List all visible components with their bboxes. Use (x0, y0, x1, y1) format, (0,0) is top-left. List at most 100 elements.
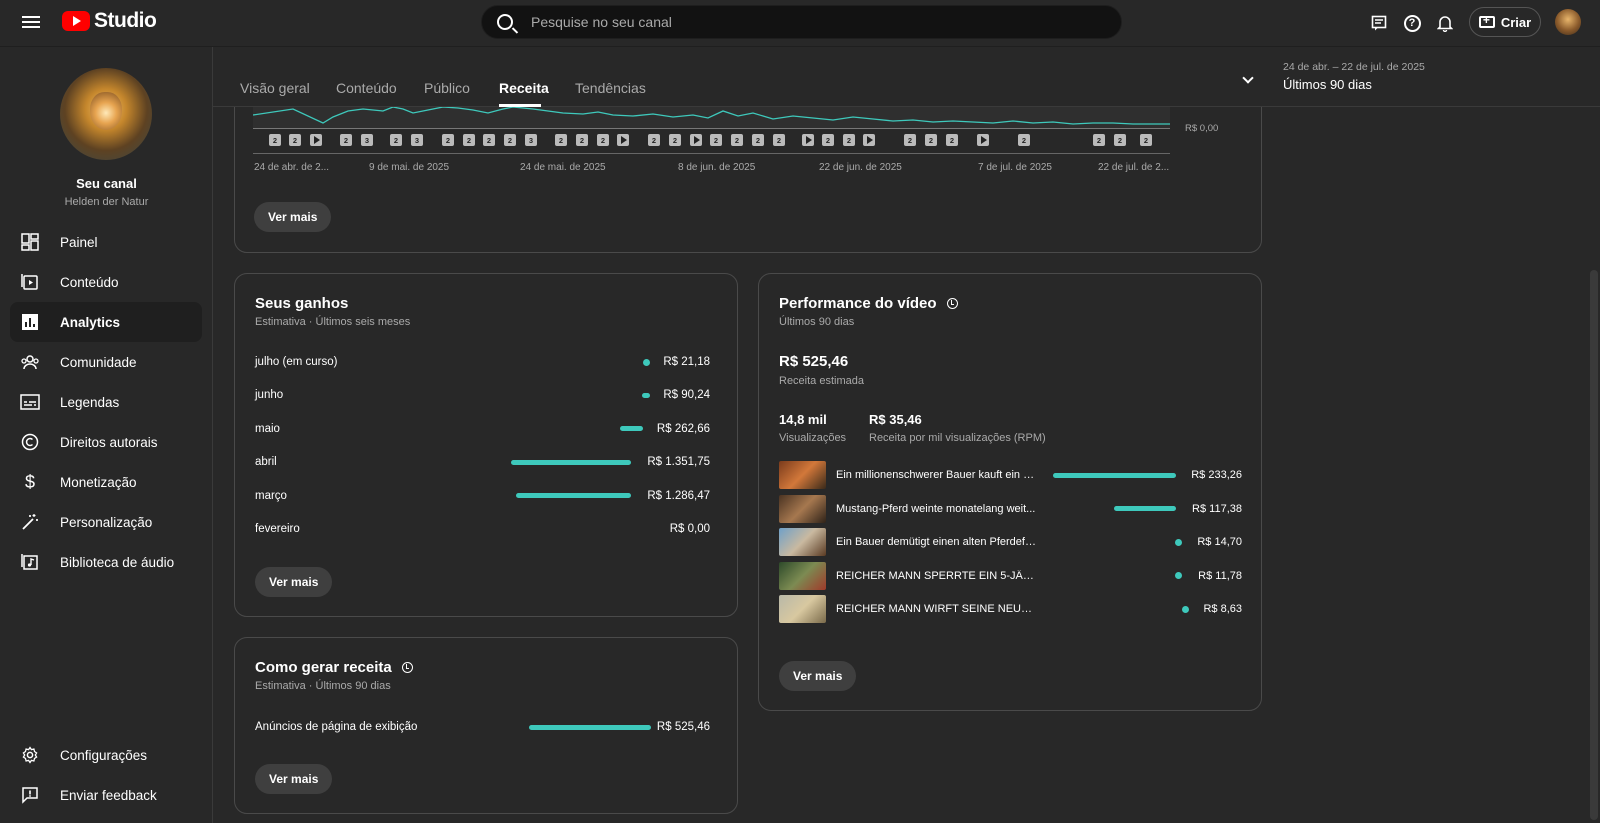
sidebar-item-configuracoes[interactable]: Configurações (10, 735, 202, 775)
video-revenue-value: R$ 11,78 (1198, 569, 1242, 582)
comment-icon[interactable] (1368, 12, 1390, 34)
community-icon (20, 352, 40, 372)
tab-tendencias[interactable]: Tendências (575, 80, 646, 96)
video-upload-count-marker[interactable]: 2 (504, 134, 516, 146)
sidebar-item-personalizacao[interactable]: Personalização (10, 502, 202, 542)
video-upload-count-marker[interactable]: 2 (752, 134, 764, 146)
search-box[interactable] (481, 5, 1122, 39)
date-range-selector[interactable]: 24 de abr. – 22 de jul. de 2025 Últimos … (1283, 61, 1425, 92)
video-title[interactable]: Ein Bauer demütigt einen alten Pferdefl.… (836, 536, 1036, 548)
account-avatar[interactable] (1555, 9, 1581, 35)
studio-logo[interactable]: Studio (62, 9, 157, 33)
sidebar-item-biblioteca-de-audio[interactable]: Biblioteca de áudio (10, 542, 202, 582)
video-row[interactable]: REICHER MANN SPERRTE EIN 5-JÄHRI... R$ 11… (779, 561, 1242, 591)
sidebar-item-painel[interactable]: Painel (10, 222, 202, 262)
subtitles-icon (20, 392, 40, 412)
video-upload-count-marker[interactable]: 2 (483, 134, 495, 146)
video-upload-count-marker[interactable]: 2 (822, 134, 834, 146)
list-item: junho R$ 90,24 (255, 385, 710, 405)
video-upload-count-marker[interactable]: 2 (442, 134, 454, 146)
help-icon[interactable]: ? (1401, 12, 1423, 34)
page-scrollbar[interactable] (1590, 270, 1598, 820)
sidebar-item-analytics[interactable]: Analytics (10, 302, 202, 342)
video-revenue-bar (1053, 472, 1177, 478)
search-input[interactable] (531, 14, 1121, 30)
video-marker-play-icon[interactable] (802, 134, 814, 146)
tab-conteudo[interactable]: Conteúdo (336, 80, 397, 96)
video-upload-count-marker[interactable]: 2 (710, 134, 722, 146)
search-icon[interactable] (497, 14, 513, 30)
video-upload-count-marker[interactable]: 2 (904, 134, 916, 146)
video-marker-play-icon[interactable] (617, 134, 629, 146)
channel-avatar[interactable] (60, 68, 152, 160)
earnings-month-label: abril (255, 456, 277, 469)
list-item: julho (em curso) R$ 21,18 (255, 352, 710, 372)
video-upload-count-marker[interactable]: 2 (463, 134, 475, 146)
video-row[interactable]: Mustang-Pferd weinte monatelang weit... R… (779, 494, 1242, 524)
create-button[interactable]: Criar (1469, 7, 1541, 37)
chart-see-more-button[interactable]: Ver mais (254, 202, 332, 232)
video-upload-count-marker[interactable]: 2 (1140, 134, 1152, 146)
video-marker-play-icon[interactable] (863, 134, 875, 146)
video-row[interactable]: Ein millionenschwerer Bauer kauft ein a.… (779, 460, 1242, 490)
video-performance-see-more-button[interactable]: Ver mais (779, 661, 857, 691)
video-upload-count-marker[interactable]: 2 (773, 134, 785, 146)
video-title[interactable]: Mustang-Pferd weinte monatelang weit... (836, 503, 1036, 515)
video-title[interactable]: REICHER MANN WIRFT SEINE NEUGEB... (836, 603, 1036, 615)
revenue-sources-see-more-button[interactable]: Ver mais (255, 764, 333, 794)
sidebar-item-direitos-autorais[interactable]: Direitos autorais (10, 422, 202, 462)
copyright-icon (20, 432, 40, 452)
video-upload-count-marker[interactable]: 2 (597, 134, 609, 146)
video-upload-count-marker[interactable]: 2 (648, 134, 660, 146)
sidebar-item-label: Biblioteca de áudio (60, 554, 175, 570)
video-upload-count-marker[interactable]: 2 (340, 134, 352, 146)
video-upload-count-marker[interactable]: 2 (946, 134, 958, 146)
video-row[interactable]: Ein Bauer demütigt einen alten Pferdefl.… (779, 527, 1242, 557)
video-thumbnail[interactable] (779, 461, 826, 489)
sidebar-item-legendas[interactable]: Legendas (10, 382, 202, 422)
video-upload-count-marker[interactable]: 2 (576, 134, 588, 146)
tab-publico[interactable]: Público (424, 80, 470, 96)
video-upload-count-marker[interactable]: 2 (390, 134, 402, 146)
video-upload-count-marker[interactable]: 3 (411, 134, 423, 146)
video-upload-count-marker[interactable]: 3 (525, 134, 537, 146)
sidebar-item-conteudo[interactable]: Conteúdo (10, 262, 202, 302)
menu-icon[interactable] (20, 13, 42, 33)
sidebar-item-comunidade[interactable]: Comunidade (10, 342, 202, 382)
video-upload-count-marker[interactable]: 2 (1093, 134, 1105, 146)
audio-library-icon (20, 552, 40, 572)
video-upload-count-marker[interactable]: 2 (669, 134, 681, 146)
video-upload-count-marker[interactable]: 2 (843, 134, 855, 146)
video-thumbnail[interactable] (779, 528, 826, 556)
video-marker-play-icon[interactable] (977, 134, 989, 146)
video-upload-count-marker[interactable]: 2 (925, 134, 937, 146)
list-item: fevereiro R$ 0,00 (255, 519, 710, 539)
notifications-bell-icon[interactable] (1434, 12, 1456, 34)
tab-visao-geral[interactable]: Visão geral (240, 80, 310, 96)
sidebar-item-enviar-feedback[interactable]: Enviar feedback (10, 775, 202, 815)
sidebar-item-monetizacao[interactable]: $ Monetização (10, 462, 202, 502)
sidebar-item-label: Painel (60, 234, 98, 250)
earnings-value: R$ 0,00 (669, 523, 710, 535)
video-thumbnail[interactable] (779, 561, 826, 590)
x-tick-label: 24 de mai. de 2025 (520, 162, 606, 173)
create-video-icon (1478, 13, 1495, 28)
video-revenue-bar (1175, 572, 1183, 579)
list-item: maio R$ 262,66 (255, 419, 710, 439)
video-upload-count-marker[interactable]: 2 (555, 134, 567, 146)
video-row[interactable]: REICHER MANN WIRFT SEINE NEUGEB... R$ 8,6… (779, 594, 1242, 624)
video-title[interactable]: REICHER MANN SPERRTE EIN 5-JÄHRI... (836, 570, 1036, 582)
video-upload-count-marker[interactable]: 3 (361, 134, 373, 146)
video-upload-count-marker[interactable]: 2 (1114, 134, 1126, 146)
video-title[interactable]: Ein millionenschwerer Bauer kauft ein a.… (836, 469, 1036, 481)
video-upload-count-marker[interactable]: 2 (731, 134, 743, 146)
video-upload-count-marker[interactable]: 2 (269, 134, 281, 146)
video-upload-count-marker[interactable]: 2 (1018, 134, 1030, 146)
video-thumbnail[interactable] (779, 494, 826, 523)
video-marker-play-icon[interactable] (310, 134, 322, 146)
video-thumbnail[interactable] (779, 595, 826, 623)
video-upload-count-marker[interactable]: 2 (289, 134, 301, 146)
earnings-see-more-button[interactable]: Ver mais (255, 567, 333, 597)
video-marker-play-icon[interactable] (690, 134, 702, 146)
tab-receita[interactable]: Receita (499, 80, 549, 96)
